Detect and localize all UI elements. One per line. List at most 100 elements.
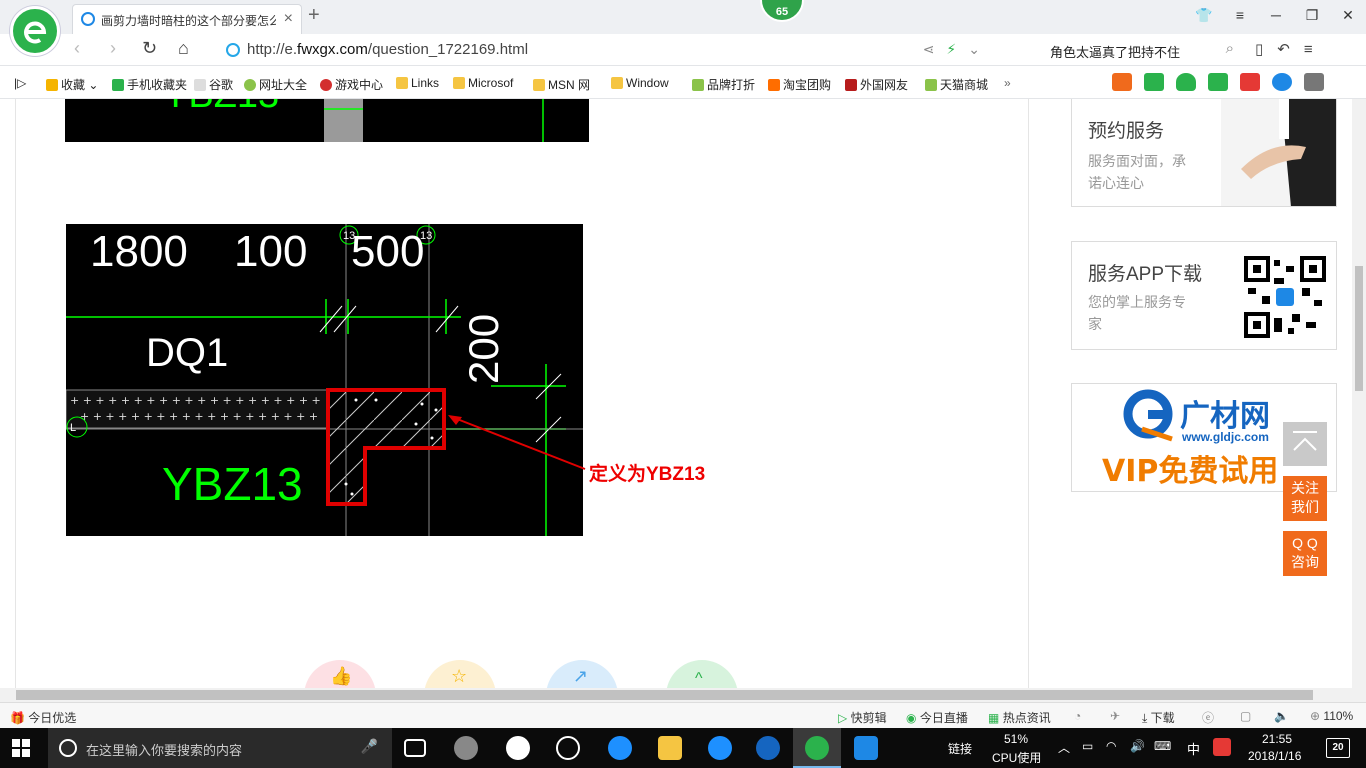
- book-icon[interactable]: [1144, 73, 1164, 91]
- bookmarks-more[interactable]: »: [1004, 76, 1011, 90]
- today-live[interactable]: ◉ 今日直播: [906, 709, 968, 726]
- edge-icon[interactable]: [608, 736, 632, 760]
- back-to-top-button[interactable]: [1283, 422, 1327, 466]
- search-icon[interactable]: ⌕: [1226, 40, 1234, 57]
- hot-news[interactable]: ▦ 热点资讯: [988, 709, 1051, 726]
- battery-icon[interactable]: ▭: [1082, 739, 1093, 753]
- volume-icon[interactable]: 🔈: [1274, 709, 1289, 723]
- bookmark-windows[interactable]: Window: [611, 76, 669, 90]
- today-picks[interactable]: 🎁 今日优选: [10, 709, 76, 726]
- leaf-icon: [925, 79, 937, 91]
- sidebar-toggle-icon[interactable]: |▷: [14, 76, 26, 90]
- service-booking-card[interactable]: 预约服务 服务面对面，承 诺心连心: [1071, 99, 1337, 207]
- wifi-icon[interactable]: ◠: [1106, 739, 1116, 753]
- translate-icon[interactable]: [1208, 73, 1228, 91]
- more-icon[interactable]: ≡: [1304, 41, 1327, 58]
- taskbar-search[interactable]: 在这里输入你要搜索的内容 🎤: [48, 728, 392, 768]
- share-button[interactable]: ↗: [546, 660, 618, 688]
- new-tab-icon[interactable]: +: [308, 4, 320, 27]
- browser-e-icon[interactable]: [506, 736, 530, 760]
- lightning-icon[interactable]: ⚡: [946, 41, 968, 57]
- links-toolbar[interactable]: 链接: [948, 740, 972, 757]
- window-icon[interactable]: ▢: [1240, 709, 1251, 723]
- glodon-icon[interactable]: [756, 736, 780, 760]
- tray-chevron-icon[interactable]: ︿: [1058, 739, 1070, 756]
- skin-icon[interactable]: 👕: [1186, 0, 1222, 30]
- browser-logo-icon[interactable]: [10, 6, 60, 56]
- favorite-button[interactable]: ☆: [424, 660, 496, 688]
- close-window-icon[interactable]: ✕: [1330, 0, 1366, 30]
- microphone-icon[interactable]: 🎤: [361, 738, 378, 755]
- spiral-app-icon[interactable]: [556, 736, 580, 760]
- page-icon: [194, 79, 206, 91]
- dropdown-chevron-icon[interactable]: ⌄: [968, 41, 992, 57]
- horizontal-scrollbar[interactable]: [0, 688, 1366, 702]
- follow-us-button[interactable]: 关注 我们: [1283, 476, 1327, 521]
- notification-center[interactable]: 20: [1326, 738, 1350, 758]
- browser-tab[interactable]: 画剪力墙时暗柱的这个部分要怎么 ×: [72, 4, 302, 34]
- file-explorer-icon[interactable]: [658, 736, 682, 760]
- vertical-scroll-thumb[interactable]: [1355, 266, 1363, 391]
- address-bar[interactable]: http://e.fwxgx.com/question_1722169.html…: [222, 37, 992, 63]
- bookmark-taobao[interactable]: 淘宝团购: [768, 76, 831, 93]
- back-icon[interactable]: ‹: [74, 38, 80, 59]
- top-button[interactable]: ^: [666, 660, 738, 688]
- bookmark-tmall[interactable]: 天猫商城: [925, 76, 988, 93]
- share-icon[interactable]: ⋖: [923, 41, 947, 57]
- close-tab-icon[interactable]: ×: [284, 10, 293, 28]
- mobile-icon[interactable]: ▯: [1255, 41, 1277, 58]
- pin-icon[interactable]: ✈: [1110, 709, 1120, 723]
- like-button[interactable]: 👍: [304, 660, 376, 688]
- discount-icon[interactable]: [1112, 73, 1132, 91]
- scissors-icon[interactable]: [1240, 73, 1260, 91]
- ime-indicator[interactable]: 中: [1187, 739, 1200, 758]
- site-favicon-icon: [81, 12, 95, 26]
- menu-icon[interactable]: ≡: [1222, 0, 1258, 30]
- internet-explorer-icon[interactable]: [708, 736, 732, 760]
- horizontal-scroll-thumb[interactable]: [16, 690, 1313, 700]
- fan-app-icon[interactable]: [454, 736, 478, 760]
- speed-icon[interactable]: ◔: [1074, 709, 1081, 723]
- grid-icon[interactable]: [1304, 73, 1324, 91]
- undo-icon[interactable]: ↶: [1277, 41, 1304, 58]
- restore-icon[interactable]: ❐: [1294, 0, 1330, 30]
- magnifier-icon[interactable]: [1272, 73, 1292, 91]
- ie-mode-icon[interactable]: ⓔ: [1202, 709, 1214, 726]
- bookmark-favorites[interactable]: 收藏 ⌄: [46, 76, 98, 93]
- quick-clip[interactable]: ▷ 快剪辑: [838, 709, 887, 726]
- bookmark-games[interactable]: 游戏中心: [320, 76, 383, 93]
- bookmark-msn[interactable]: MSN 网: [533, 76, 590, 93]
- yen-shield-icon[interactable]: [1176, 73, 1196, 91]
- refresh-icon[interactable]: ↻: [142, 38, 157, 59]
- search-box[interactable]: 角色太逼真了把持不住 ⌕: [1042, 38, 1242, 62]
- download-button[interactable]: ⤓ 下载: [1142, 709, 1175, 726]
- bookmark-google[interactable]: 谷歌: [194, 76, 233, 93]
- keyboard-icon[interactable]: ⌨: [1154, 739, 1171, 753]
- task-view-icon[interactable]: [404, 739, 426, 757]
- url-text[interactable]: http://e.fwxgx.com/question_1722169.html: [247, 41, 528, 58]
- gldjc-url: www.gldjc.com: [1181, 430, 1269, 444]
- bookmark-hao[interactable]: 网址大全: [244, 76, 307, 93]
- speed-badge[interactable]: 65: [760, 0, 804, 22]
- zoom-level[interactable]: ⊕ 110%: [1310, 709, 1353, 723]
- bookmark-microsoft[interactable]: Microsof: [453, 76, 513, 90]
- search-text[interactable]: 角色太逼真了把持不住: [1050, 42, 1180, 61]
- gldjc-brand: 广材网: [1180, 399, 1270, 434]
- windows-start-icon[interactable]: [12, 739, 30, 757]
- bookmark-links[interactable]: Links: [396, 76, 439, 90]
- speaker-icon[interactable]: 🔊: [1130, 739, 1145, 753]
- clock-date[interactable]: 2018/1/16: [1248, 749, 1301, 763]
- minimize-icon[interactable]: ─: [1258, 0, 1294, 30]
- qq-consult-button[interactable]: Q Q 咨询: [1283, 531, 1327, 576]
- home-icon[interactable]: ⌂: [178, 38, 189, 59]
- clock-time[interactable]: 21:55: [1262, 732, 1292, 746]
- app-download-card[interactable]: 服务APP下载 您的掌上服务专 家: [1071, 241, 1337, 350]
- vertical-scrollbar[interactable]: [1352, 99, 1366, 688]
- bookmark-brand-discount[interactable]: 品牌打折: [692, 76, 755, 93]
- bookmark-mobile[interactable]: 手机收藏夹: [112, 76, 187, 93]
- forward-icon[interactable]: ›: [110, 38, 116, 59]
- teamviewer-icon[interactable]: [854, 736, 878, 760]
- 360-browser-icon[interactable]: [805, 736, 829, 760]
- bookmark-foreign-friends[interactable]: 外国网友: [845, 76, 908, 93]
- sogou-icon[interactable]: [1213, 738, 1231, 756]
